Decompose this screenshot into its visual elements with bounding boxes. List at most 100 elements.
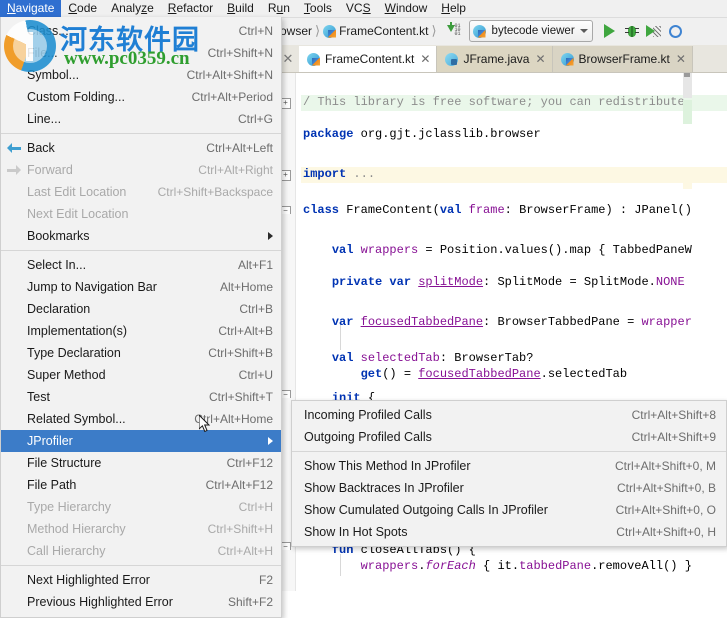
step-down-icon[interactable]: 01 10 01	[446, 21, 462, 39]
code-line: val wrappers = Position.values().map { T…	[331, 243, 692, 257]
no-icon	[1, 569, 27, 591]
menu-separator	[1, 565, 281, 566]
no-icon	[1, 254, 27, 276]
menubar-item-tools[interactable]: Tools	[297, 0, 339, 17]
submenu-separator	[292, 451, 726, 452]
no-icon	[1, 342, 27, 364]
no-icon	[1, 408, 27, 430]
menubar-item-help[interactable]: Help	[434, 0, 473, 17]
no-icon	[1, 64, 27, 86]
code-line: / This library is free software; you can…	[303, 95, 685, 109]
menu-item-test[interactable]: Test Ctrl+Shift+T	[1, 386, 281, 408]
menubar-item-build[interactable]: Build	[220, 0, 261, 17]
code-line: val selectedTab: BrowserTab?	[331, 351, 534, 365]
editor-tab-bar: ✕ FrameContent.kt ✕ JFrame.java ✕ Browse…	[277, 45, 727, 73]
no-icon	[1, 20, 27, 42]
tab-label: FrameContent.kt	[325, 52, 415, 66]
code-line: var focusedTabbedPane: BrowserTabbedPane…	[331, 315, 692, 329]
menu-item-jprofiler[interactable]: JProfiler	[1, 430, 281, 452]
coverage-button[interactable]	[643, 20, 665, 42]
menu-item-previous-highlighted-error[interactable]: Previous Highlighted Error Shift+F2	[1, 591, 281, 613]
menubar-item-refactor[interactable]: Refactor	[161, 0, 220, 17]
submenu-item-show-this-method-in-jprofiler[interactable]: Show This Method In JProfiler Ctrl+Alt+S…	[292, 455, 726, 477]
menu-item-type-declaration[interactable]: Type Declaration Ctrl+Shift+B	[1, 342, 281, 364]
menubar-item-navigate[interactable]: Navigate	[0, 0, 62, 17]
menu-item-select-in[interactable]: Select In... Alt+F1	[1, 254, 281, 276]
menu-item-related-symbol[interactable]: Related Symbol... Ctrl+Alt+Home	[1, 408, 281, 430]
breadcrumb-chevron-icon: ⟩	[431, 23, 437, 38]
submenu-item-show-cumulated-outgoing-calls-in-jprofiler[interactable]: Show Cumulated Outgoing Calls In JProfil…	[292, 499, 726, 521]
menu-item-next-highlighted-error[interactable]: Next Highlighted Error F2	[1, 569, 281, 591]
menubar-item-analyze[interactable]: Analyze	[104, 0, 161, 17]
no-icon	[1, 320, 27, 342]
run-button[interactable]	[599, 20, 621, 42]
menu-item-super-method[interactable]: Super Method Ctrl+U	[1, 364, 281, 386]
code-line: import ...	[303, 167, 376, 181]
kotlin-file-icon	[560, 52, 574, 66]
tab-close-icon[interactable]: ✕	[420, 52, 430, 66]
menu-item-file-path[interactable]: File Path Ctrl+Alt+F12	[1, 474, 281, 496]
submenu-item-outgoing-profiled-calls[interactable]: Outgoing Profiled Calls Ctrl+Alt+Shift+9	[292, 426, 726, 448]
tab-framecontent-kt[interactable]: FrameContent.kt ✕	[299, 46, 438, 72]
run-configuration-selector[interactable]: bytecode viewer	[468, 20, 593, 42]
kotlin-file-icon	[307, 52, 320, 66]
debug-icon	[624, 25, 639, 38]
jprofiler-submenu: Incoming Profiled Calls Ctrl+Alt+Shift+8…	[291, 400, 727, 547]
submenu-arrow-icon	[268, 232, 273, 240]
no-icon	[1, 591, 27, 613]
breadcrumb[interactable]: owser ⟩ FrameContent.kt ⟩	[280, 23, 440, 39]
no-icon	[1, 42, 27, 64]
menu-item-file-structure[interactable]: File Structure Ctrl+F12	[1, 452, 281, 474]
submenu-arrow-icon	[268, 437, 273, 445]
run-config-icon	[472, 24, 486, 38]
tab-close-icon[interactable]: ✕	[676, 52, 686, 66]
no-icon	[1, 540, 27, 562]
menu-item-class[interactable]: Class... Ctrl+N	[1, 20, 281, 42]
menubar-item-vcs[interactable]: VCS	[339, 0, 378, 17]
menu-item-custom-folding[interactable]: Custom Folding... Ctrl+Alt+Period	[1, 86, 281, 108]
menu-item-forward: Forward Ctrl+Alt+Right	[1, 159, 281, 181]
menu-item-method-hierarchy: Method Hierarchy Ctrl+Shift+H	[1, 518, 281, 540]
menubar-item-run[interactable]: Run	[261, 0, 297, 17]
submenu-item-show-backtraces-in-jprofiler[interactable]: Show Backtraces In JProfiler Ctrl+Alt+Sh…	[292, 477, 726, 499]
submenu-item-incoming-profiled-calls[interactable]: Incoming Profiled Calls Ctrl+Alt+Shift+8	[292, 404, 726, 426]
code-line: wrappers.forEach { it.tabbedPane.removeA…	[360, 559, 692, 573]
navigation-toolbar: owser ⟩ FrameContent.kt ⟩ 01 10 01 bytecod…	[277, 17, 727, 46]
run-configuration-label: bytecode viewer	[491, 25, 575, 37]
tab-close-icon[interactable]: ✕	[535, 52, 545, 66]
no-icon	[1, 181, 27, 203]
code-line: get() = focusedTabbedPane.selectedTab	[360, 367, 628, 381]
profile-button[interactable]	[665, 20, 687, 42]
breadcrumb-item-package[interactable]: owser	[280, 24, 312, 38]
no-icon	[1, 364, 27, 386]
tab-jframe-java[interactable]: JFrame.java ✕	[437, 46, 553, 72]
submenu-item-show-in-hot-spots[interactable]: Show In Hot Spots Ctrl+Alt+Shift+0, H	[292, 521, 726, 543]
no-icon	[1, 518, 27, 540]
menu-item-back[interactable]: Back Ctrl+Alt+Left	[1, 137, 281, 159]
menu-item-jump-to-navigation-bar[interactable]: Jump to Navigation Bar Alt+Home	[1, 276, 281, 298]
menu-separator	[1, 133, 281, 134]
tab-label: JFrame.java	[463, 52, 530, 66]
no-icon	[1, 225, 27, 247]
menu-item-type-hierarchy: Type Hierarchy Ctrl+H	[1, 496, 281, 518]
menu-item-implementations[interactable]: Implementation(s) Ctrl+Alt+B	[1, 320, 281, 342]
debug-button[interactable]	[621, 20, 643, 42]
breadcrumb-chevron-icon: ⟩	[315, 23, 321, 38]
no-icon	[1, 386, 27, 408]
menubar-item-window[interactable]: Window	[378, 0, 435, 17]
menu-item-bookmarks[interactable]: Bookmarks	[1, 225, 281, 247]
profile-icon	[669, 24, 683, 38]
menu-item-file[interactable]: File... Ctrl+Shift+N	[1, 42, 281, 64]
menu-item-symbol[interactable]: Symbol... Ctrl+Alt+Shift+N	[1, 64, 281, 86]
menu-separator	[1, 250, 281, 251]
menu-item-line[interactable]: Line... Ctrl+G	[1, 108, 281, 130]
chevron-down-icon[interactable]	[579, 29, 588, 33]
code-line: package org.gjt.jclasslib.browser	[303, 127, 541, 141]
coverage-icon	[646, 24, 662, 38]
menu-item-declaration[interactable]: Declaration Ctrl+B	[1, 298, 281, 320]
no-icon	[1, 276, 27, 298]
tab-browserframe-kt[interactable]: BrowserFrame.kt ✕	[552, 46, 693, 72]
breadcrumb-item-file[interactable]: FrameContent.kt	[339, 24, 428, 38]
menu-item-call-hierarchy: Call Hierarchy Ctrl+Alt+H	[1, 540, 281, 562]
menubar-item-code[interactable]: Code	[61, 0, 104, 17]
